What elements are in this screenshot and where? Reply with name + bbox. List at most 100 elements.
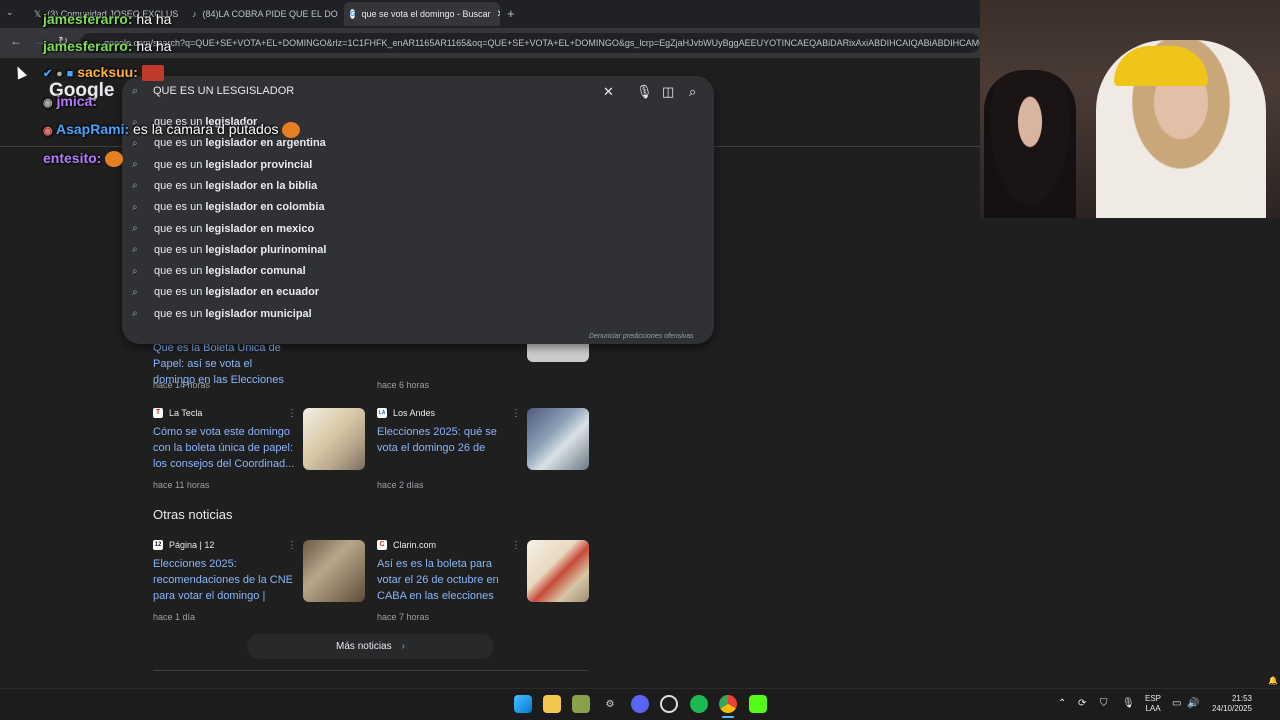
news-title[interactable]: Así es es la boleta para votar el 26 de …	[377, 556, 519, 604]
la-tecla-logo-icon: T	[153, 408, 163, 418]
tray-overflow-icon[interactable]: ⌃	[1058, 698, 1066, 709]
suggestion-prefix: que es un	[154, 158, 206, 171]
notification-icon[interactable]: 🔔	[1268, 676, 1278, 685]
news-thumbnail[interactable]	[527, 408, 589, 470]
suggestion-completion: legislador en mexico	[205, 222, 315, 235]
suggestion-completion: legislador en ecuador	[205, 286, 320, 299]
chat-user: sacksuu:	[77, 64, 138, 80]
suggestion-item[interactable]: ⌕ que es un legislador comunal	[132, 261, 306, 281]
suggestion-item[interactable]: ⌕ que es un legislador plurinominal	[132, 240, 326, 260]
more-options-icon[interactable]: ⋮	[287, 408, 297, 419]
suggestion-prefix: que es un	[154, 286, 206, 299]
badge-icon: ◉	[43, 125, 53, 137]
clear-icon[interactable]: ✕	[603, 84, 614, 100]
chat-text: ha ha	[132, 38, 172, 54]
network-icon[interactable]: ▭	[1172, 698, 1181, 709]
clock[interactable]: 21:53 24/10/2025	[1208, 694, 1252, 714]
report-predictions-link[interactable]: Denunciar predicciones ofensivas	[589, 333, 694, 340]
news-title[interactable]: Cómo se vota este domingo con la boleta …	[153, 424, 295, 472]
suggestion-completion: legislador municipal	[205, 307, 312, 320]
search-icon: ⌕	[132, 137, 138, 149]
news-source: T La Tecla	[153, 408, 202, 418]
suggestion-item[interactable]: ⌕ que es un legislador en mexico	[132, 219, 314, 239]
badge-icon: ✔	[43, 68, 53, 80]
suggestion-completion: legislador en argentina	[205, 137, 326, 150]
search-input[interactable]: QUE ES UN LESGISLADOR	[153, 85, 294, 97]
search-submit-icon[interactable]: ⌕	[689, 84, 696, 100]
new-tab-button[interactable]: +	[507, 6, 515, 21]
news-time: hace 6 horas	[377, 380, 430, 390]
back-icon[interactable]: ←	[10, 34, 22, 48]
language-indicator[interactable]: ESP LAA	[1145, 694, 1161, 714]
file-explorer-icon[interactable]	[543, 695, 561, 713]
suggestion-prefix: que es un	[154, 243, 206, 256]
news-thumbnail[interactable]	[303, 540, 365, 602]
news-thumbnail[interactable]	[303, 408, 365, 470]
suggestion-item[interactable]: ⌕ que es un legislador municipal	[132, 304, 312, 324]
sync-icon[interactable]: ⟳	[1078, 698, 1086, 709]
more-news-label: Más noticias	[336, 641, 392, 652]
volume-icon[interactable]: 🔊	[1187, 698, 1199, 709]
suggestion-item[interactable]: ⌕ que es un legislador en colombia	[132, 197, 325, 217]
search-icon: ⌕	[132, 159, 138, 171]
chat-text: ha ha	[132, 11, 172, 27]
news-thumbnail[interactable]	[527, 540, 589, 602]
tab-cobra[interactable]: ♪ (84)LA COBRA PIDE QUE EL DO... ✕	[186, 4, 338, 24]
suggestion-prefix: que es un	[154, 307, 206, 320]
more-options-icon[interactable]: ⋮	[511, 540, 521, 551]
search-icon: ⌕	[132, 201, 138, 213]
tiktok-icon: ♪	[192, 9, 197, 19]
microphone-icon[interactable]: 🎙	[636, 84, 653, 100]
news-title[interactable]: Elecciones 2025: recomendaciones de la C…	[153, 556, 295, 604]
chat-user: jmica:	[56, 93, 97, 109]
windows-start-icon[interactable]	[514, 695, 532, 713]
more-news-button[interactable]: Más noticias ›	[247, 634, 494, 659]
chevron-right-icon: ›	[401, 641, 405, 652]
suggestion-completion: legislador comunal	[205, 265, 306, 278]
news-source: 12 Página | 12	[153, 540, 214, 550]
suggestion-item[interactable]: ⌕ que es un legislador en la biblia	[132, 176, 317, 196]
more-options-icon[interactable]: ⋮	[511, 408, 521, 419]
chat-user: entesito:	[43, 150, 102, 166]
news-time: hace 14 horas	[153, 380, 211, 390]
section-divider	[153, 670, 588, 671]
tab-google-search[interactable]: G que se vota el domingo - Buscar ✕	[344, 2, 500, 26]
news-source-name: Los Andes	[393, 408, 436, 418]
camera-search-icon[interactable]: ◫	[662, 84, 674, 100]
discord-icon[interactable]	[631, 695, 649, 713]
shield-icon[interactable]: ⛉	[1100, 698, 1108, 709]
suggestion-completion: legislador en la biblia	[205, 179, 318, 192]
suggestion-prefix: que es un	[154, 201, 206, 214]
language-code: ESP	[1145, 694, 1162, 703]
spotify-icon[interactable]	[690, 695, 708, 713]
tab-label: (84)LA COBRA PIDE QUE EL DO...	[202, 9, 339, 19]
news-source: LA Los Andes	[377, 408, 435, 418]
close-icon[interactable]: ✕	[491, 9, 500, 20]
search-icon: ⌕	[132, 223, 138, 234]
news-title[interactable]: Elecciones 2025: qué se vota el domingo …	[377, 424, 519, 456]
url-field[interactable]: google.com/search?q=QUE+SE+VOTA+EL+DOMIN…	[80, 33, 980, 53]
obs-icon[interactable]	[660, 695, 678, 713]
microphone-tray-icon[interactable]: 🎙	[1122, 698, 1135, 709]
webcam-person-left	[984, 70, 1076, 218]
suggestion-prefix: que es un	[154, 137, 206, 150]
chat-message: entesito:	[43, 150, 124, 168]
chat-message: ◉ jmica:	[43, 93, 97, 109]
tab-list-icon[interactable]: ⌄	[6, 7, 14, 18]
spreadsheet-app-icon[interactable]	[572, 695, 590, 713]
suggestion-item[interactable]: ⌕ que es un legislador en ecuador	[132, 282, 319, 302]
search-icon: ⌕	[132, 308, 138, 320]
news-time: hace 1 día	[153, 612, 196, 622]
los-andes-logo-icon: LA	[377, 408, 387, 418]
chat-user: AsapRami:	[55, 121, 130, 137]
news-source-name: Clarin.com	[393, 540, 437, 550]
suggestion-item[interactable]: ⌕ que es un legislador provincial	[132, 155, 312, 175]
steam-icon[interactable]: ⚙	[601, 695, 619, 713]
chrome-icon[interactable]	[719, 695, 737, 713]
kick-icon[interactable]	[749, 695, 767, 713]
news-time: hace 2 días	[377, 480, 424, 490]
taskbar-active-indicator	[722, 716, 734, 718]
search-icon: ⌕	[132, 265, 138, 277]
suggestion-completion: legislador plurinominal	[205, 243, 327, 256]
more-options-icon[interactable]: ⋮	[287, 540, 297, 551]
